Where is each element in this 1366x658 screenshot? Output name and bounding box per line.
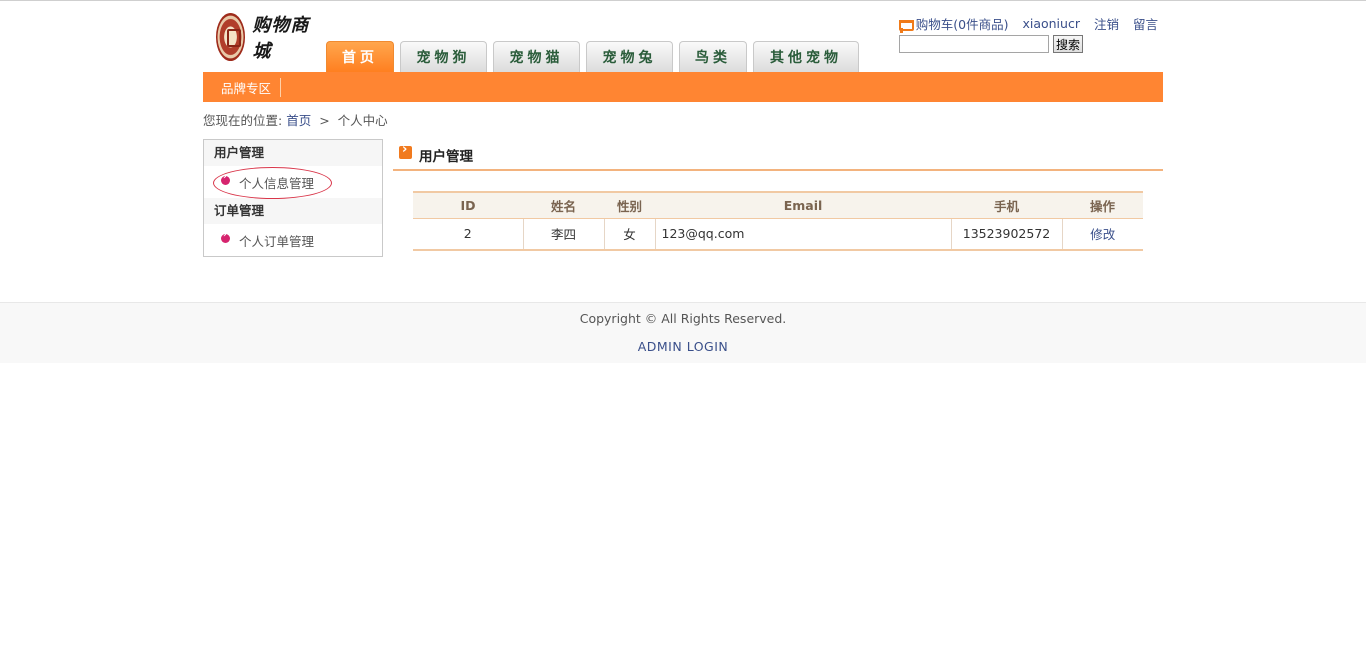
- tab-birds[interactable]: 鸟类: [679, 41, 747, 72]
- tab-rabbits[interactable]: 宠物兔: [586, 41, 673, 72]
- column-header-gender: 性别: [604, 191, 655, 219]
- breadcrumb: 您现在的位置: 首页 > 个人中心: [203, 110, 388, 129]
- sidebar-item-personal-orders[interactable]: 个人订单管理: [204, 224, 382, 256]
- search-button[interactable]: 搜索: [1053, 35, 1084, 53]
- logo-text: 购物商城: [252, 15, 310, 62]
- search-bar: 搜索: [899, 35, 1084, 53]
- section-arrow-icon: [399, 142, 412, 159]
- column-header-name: 姓名: [523, 191, 604, 219]
- bullet-arrow-icon: [221, 230, 230, 243]
- breadcrumb-separator: >: [319, 113, 330, 128]
- search-input[interactable]: [899, 35, 1049, 53]
- footer: Copyright © All Rights Reserved. ADMIN L…: [0, 302, 1366, 363]
- copyright-text: Copyright © All Rights Reserved.: [579, 311, 787, 326]
- main-nav-tabs: 首页 宠物狗 宠物猫 宠物兔 鸟类 其他宠物: [326, 41, 865, 72]
- section-title: 用户管理: [419, 149, 473, 165]
- tab-other-pets[interactable]: 其他宠物: [753, 41, 859, 72]
- sidebar-group-order-management: 订单管理: [204, 198, 382, 224]
- seal-logo-icon: [216, 13, 246, 61]
- edit-link[interactable]: 修改: [1090, 227, 1115, 242]
- breadcrumb-current: 个人中心: [337, 113, 388, 128]
- message-link[interactable]: 留言: [1133, 14, 1158, 33]
- tab-home[interactable]: 首页: [326, 41, 394, 72]
- column-header-action: 操作: [1062, 191, 1143, 219]
- brand-zone-link[interactable]: 品牌专区: [221, 77, 282, 97]
- bullet-arrow-icon: [221, 172, 230, 185]
- cell-email: 123@qq.com: [654, 218, 951, 251]
- cart-icon: [898, 18, 914, 31]
- cart-link[interactable]: 购物车(0件商品): [898, 14, 1009, 33]
- cell-name: 李四: [522, 218, 604, 251]
- table-row: 2 李四 女 123@qq.com 13523902572 修改: [413, 218, 1143, 251]
- cell-gender: 女: [603, 218, 655, 251]
- admin-login-link[interactable]: ADMIN LOGIN: [638, 339, 729, 354]
- user-table: ID 姓名 性别 Email 手机 操作 2 李四 女 123@qq.com 1…: [413, 191, 1143, 251]
- column-header-id: ID: [413, 191, 523, 219]
- breadcrumb-prefix: 您现在的位置:: [203, 113, 283, 128]
- top-links: 购物车(0件商品) xiaoniucr 注销 留言: [898, 14, 1158, 33]
- username-link[interactable]: xiaoniucr: [1022, 16, 1080, 31]
- sidebar: 用户管理 个人信息管理 订单管理 个人订单管理: [203, 139, 383, 257]
- tab-dogs[interactable]: 宠物狗: [400, 41, 487, 72]
- sub-nav-bar: 品牌专区: [203, 72, 1163, 102]
- cell-action: 修改: [1061, 218, 1143, 251]
- logout-link[interactable]: 注销: [1094, 14, 1119, 33]
- column-header-phone: 手机: [951, 191, 1062, 219]
- sidebar-item-personal-info[interactable]: 个人信息管理: [204, 166, 382, 199]
- cell-id: 2: [413, 218, 523, 251]
- column-header-email: Email: [655, 191, 951, 219]
- section-header: 用户管理: [393, 142, 1163, 171]
- tab-cats[interactable]: 宠物猫: [493, 41, 580, 72]
- cell-phone: 13523902572: [950, 218, 1062, 251]
- cart-label: 购物车(0件商品): [915, 17, 1009, 32]
- breadcrumb-home-link[interactable]: 首页: [286, 113, 311, 128]
- sidebar-item-label: 个人订单管理: [239, 233, 315, 249]
- sidebar-item-label: 个人信息管理: [239, 175, 315, 191]
- table-header-row: ID 姓名 性别 Email 手机 操作: [413, 191, 1143, 219]
- sidebar-group-user-management: 用户管理: [204, 140, 382, 166]
- site-logo[interactable]: 购物商城: [216, 11, 322, 63]
